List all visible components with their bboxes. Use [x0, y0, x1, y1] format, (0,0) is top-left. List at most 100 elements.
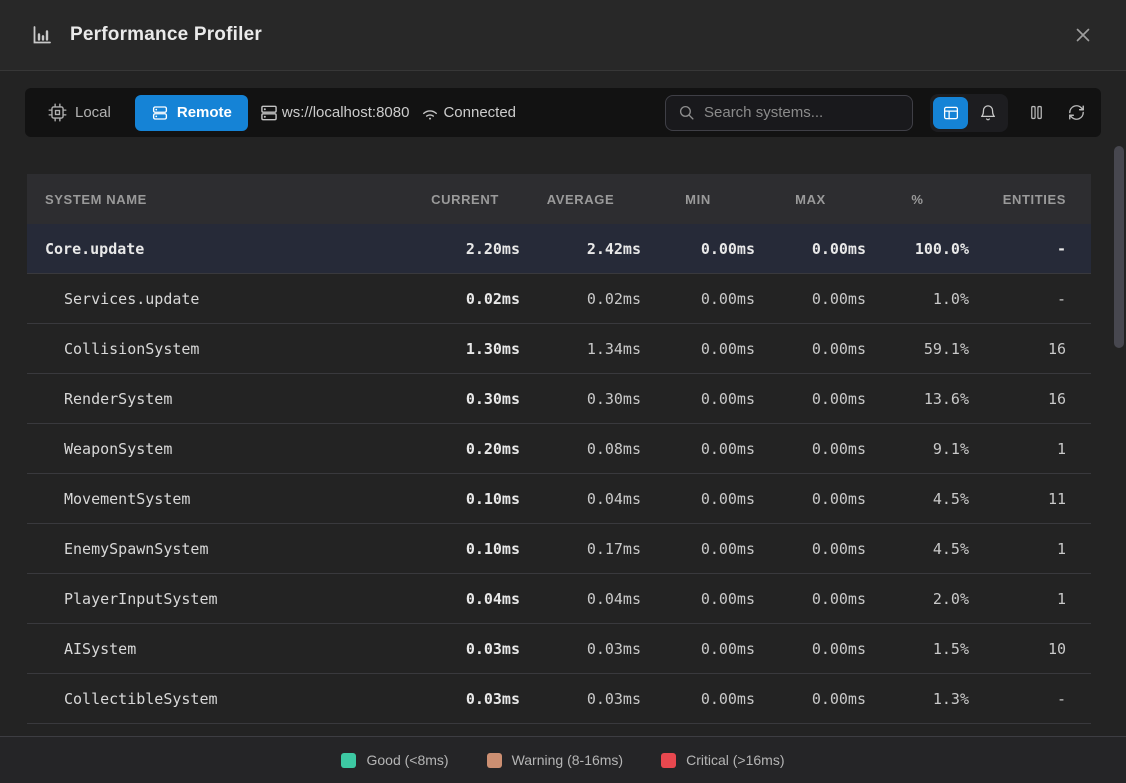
- table-row[interactable]: WeaponSystem 0.20ms 0.08ms 0.00ms 0.00ms…: [27, 424, 1091, 474]
- column-header-max[interactable]: MAX: [755, 192, 866, 207]
- server-rack-icon: [259, 103, 279, 123]
- max-cell: 0.00ms: [755, 640, 866, 658]
- max-cell: 0.00ms: [755, 540, 866, 558]
- system-name-cell: AISystem: [27, 640, 410, 658]
- current-cell: 0.04ms: [410, 590, 520, 608]
- refresh-icon: [1067, 103, 1086, 122]
- max-cell: 0.00ms: [755, 290, 866, 308]
- system-name-cell: Core.update: [27, 240, 410, 258]
- average-cell: 0.17ms: [520, 540, 641, 558]
- system-name-cell: CollisionSystem: [27, 340, 410, 358]
- scrollbar-thumb[interactable]: [1114, 146, 1124, 348]
- entities-cell: -: [969, 290, 1091, 308]
- title-bar: Performance Profiler: [0, 0, 1126, 71]
- entities-cell: 16: [969, 390, 1091, 408]
- system-name-cell: Services.update: [27, 290, 410, 308]
- close-icon[interactable]: [1068, 20, 1098, 50]
- column-header-current[interactable]: CURRENT: [410, 192, 520, 207]
- ws-url: ws://localhost:8080: [259, 103, 410, 123]
- percent-cell: 2.0%: [866, 590, 969, 608]
- system-name-cell: WeaponSystem: [27, 440, 410, 458]
- legend-label: Good (<8ms): [366, 752, 448, 768]
- percent-cell: 1.5%: [866, 640, 969, 658]
- legend-label: Warning (8-16ms): [512, 752, 624, 768]
- entities-cell: 1: [969, 440, 1091, 458]
- current-cell: 2.20ms: [410, 240, 520, 258]
- system-name-cell: EnemySpawnSystem: [27, 540, 410, 558]
- table-row[interactable]: Services.update 0.02ms 0.02ms 0.00ms 0.0…: [27, 274, 1091, 324]
- min-cell: 0.00ms: [641, 540, 755, 558]
- table-row[interactable]: RenderSystem 0.30ms 0.30ms 0.00ms 0.00ms…: [27, 374, 1091, 424]
- pause-icon: [1027, 103, 1046, 122]
- local-mode-button[interactable]: Local: [35, 95, 124, 130]
- column-header-average[interactable]: AVERAGE: [520, 192, 641, 207]
- search-input[interactable]: [704, 104, 900, 121]
- column-header-entities[interactable]: ENTITIES: [969, 192, 1091, 207]
- column-header-min[interactable]: MIN: [641, 192, 755, 207]
- legend-bar: Good (<8ms) Warning (8-16ms) Critical (>…: [0, 736, 1126, 783]
- entities-cell: 16: [969, 340, 1091, 358]
- min-cell: 0.00ms: [641, 390, 755, 408]
- current-cell: 0.30ms: [410, 390, 520, 408]
- average-cell: 0.02ms: [520, 290, 641, 308]
- max-cell: 0.00ms: [755, 590, 866, 608]
- table-row[interactable]: PlayerInputSystem 0.04ms 0.04ms 0.00ms 0…: [27, 574, 1091, 624]
- percent-cell: 1.0%: [866, 290, 969, 308]
- current-cell: 0.20ms: [410, 440, 520, 458]
- max-cell: 0.00ms: [755, 490, 866, 508]
- refresh-button[interactable]: [1065, 101, 1088, 124]
- systems-table: SYSTEM NAME CURRENT AVERAGE MIN MAX % EN…: [27, 174, 1091, 724]
- table-row[interactable]: CollectibleSystem 0.03ms 0.03ms 0.00ms 0…: [27, 674, 1091, 724]
- entities-cell: 10: [969, 640, 1091, 658]
- current-cell: 0.02ms: [410, 290, 520, 308]
- min-cell: 0.00ms: [641, 640, 755, 658]
- alerts-button[interactable]: [970, 97, 1005, 129]
- system-name-cell: CollectibleSystem: [27, 690, 410, 708]
- max-cell: 0.00ms: [755, 440, 866, 458]
- legend-swatch: [487, 753, 502, 768]
- current-cell: 1.30ms: [410, 340, 520, 358]
- column-header-percent[interactable]: %: [866, 192, 969, 207]
- current-cell: 0.03ms: [410, 690, 520, 708]
- entities-cell: 1: [969, 590, 1091, 608]
- max-cell: 0.00ms: [755, 340, 866, 358]
- min-cell: 0.00ms: [641, 490, 755, 508]
- table-row[interactable]: Core.update 2.20ms 2.42ms 0.00ms 0.00ms …: [27, 224, 1091, 274]
- bell-icon: [979, 104, 997, 122]
- ws-url-label: ws://localhost:8080: [282, 104, 410, 121]
- entities-cell: 11: [969, 490, 1091, 508]
- remote-mode-label: Remote: [177, 104, 232, 121]
- system-name-cell: MovementSystem: [27, 490, 410, 508]
- view-toggle-group: [930, 94, 1008, 132]
- min-cell: 0.00ms: [641, 290, 755, 308]
- average-cell: 0.04ms: [520, 590, 641, 608]
- entities-cell: -: [969, 690, 1091, 708]
- min-cell: 0.00ms: [641, 590, 755, 608]
- average-cell: 0.03ms: [520, 640, 641, 658]
- table-row[interactable]: CollisionSystem 1.30ms 1.34ms 0.00ms 0.0…: [27, 324, 1091, 374]
- max-cell: 0.00ms: [755, 390, 866, 408]
- cpu-icon: [48, 103, 67, 122]
- legend-item: Critical (>16ms): [661, 752, 784, 768]
- table-view-button[interactable]: [933, 97, 968, 129]
- average-cell: 1.34ms: [520, 340, 641, 358]
- percent-cell: 59.1%: [866, 340, 969, 358]
- table-row[interactable]: EnemySpawnSystem 0.10ms 0.17ms 0.00ms 0.…: [27, 524, 1091, 574]
- table-row[interactable]: MovementSystem 0.10ms 0.04ms 0.00ms 0.00…: [27, 474, 1091, 524]
- average-cell: 0.30ms: [520, 390, 641, 408]
- table-body: Core.update 2.20ms 2.42ms 0.00ms 0.00ms …: [27, 224, 1091, 724]
- local-mode-label: Local: [75, 104, 111, 121]
- average-cell: 0.04ms: [520, 490, 641, 508]
- connection-status: Connected: [420, 103, 516, 123]
- column-header-system-name[interactable]: SYSTEM NAME: [27, 192, 410, 207]
- legend-swatch: [661, 753, 676, 768]
- entities-cell: 1: [969, 540, 1091, 558]
- legend-label: Critical (>16ms): [686, 752, 784, 768]
- legend-item: Warning (8-16ms): [487, 752, 624, 768]
- min-cell: 0.00ms: [641, 340, 755, 358]
- remote-mode-button[interactable]: Remote: [135, 95, 248, 131]
- table-row[interactable]: AISystem 0.03ms 0.03ms 0.00ms 0.00ms 1.5…: [27, 624, 1091, 674]
- pause-button[interactable]: [1025, 101, 1048, 124]
- average-cell: 2.42ms: [520, 240, 641, 258]
- table-icon: [942, 104, 960, 122]
